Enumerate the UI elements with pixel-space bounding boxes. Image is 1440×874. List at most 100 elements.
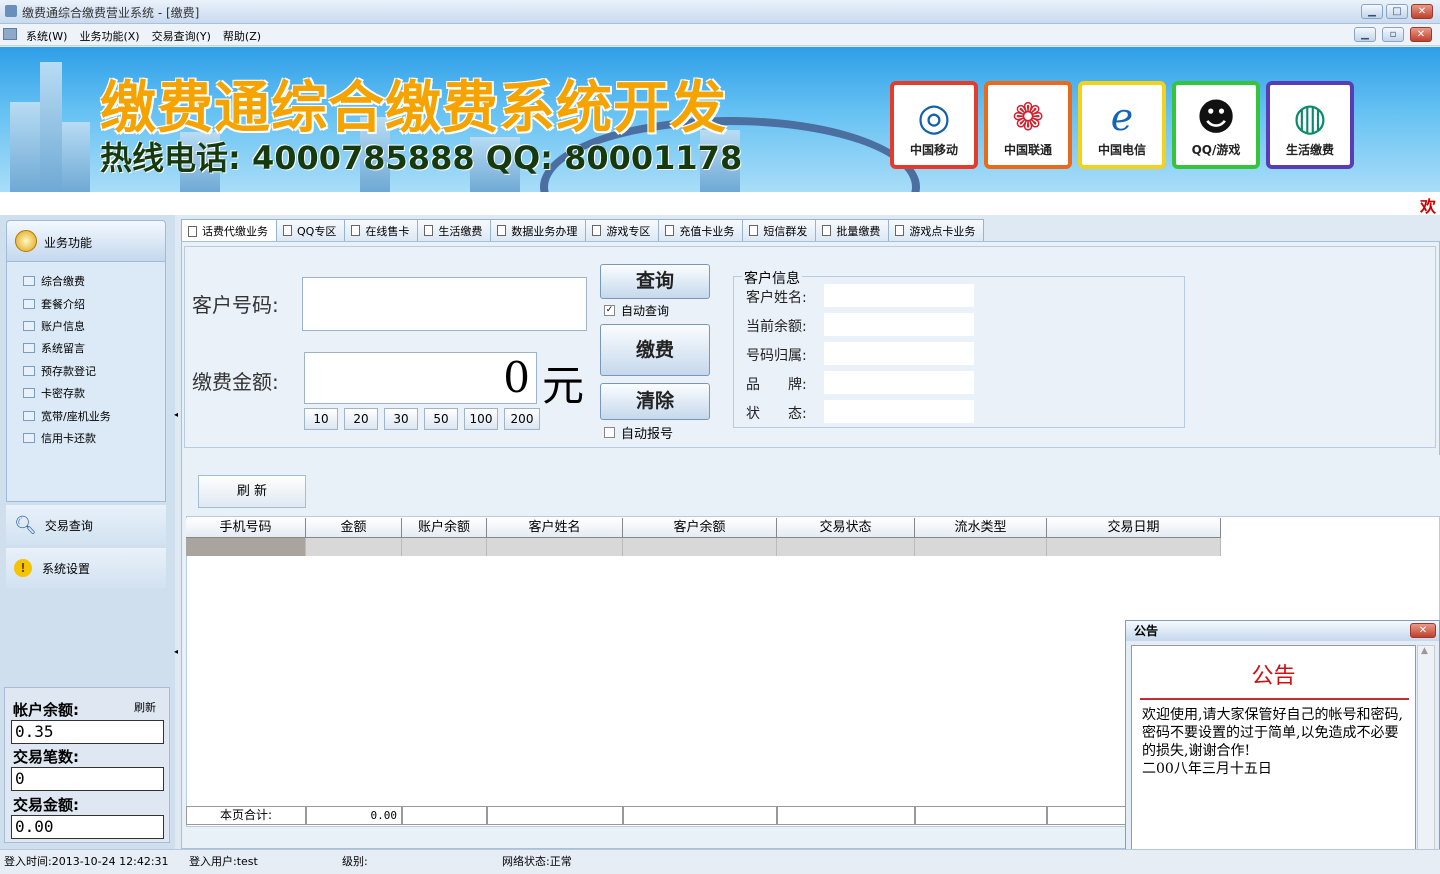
nav-item-card-deposit[interactable]: 卡密存款 — [7, 382, 165, 404]
maximize-button[interactable]: □ — [1386, 4, 1408, 19]
grid-cell[interactable] — [487, 538, 623, 556]
banner: 缴费通综合缴费系统开发 热线电话: 4000785888 QQ: 8000117… — [0, 47, 1440, 192]
china-mobile-icon: ◎ — [917, 95, 951, 139]
nav-item-broadband[interactable]: 宽带/座机业务 — [7, 404, 165, 426]
menu-help[interactable]: 帮助(Z) — [223, 28, 261, 44]
quick-amount-10-button[interactable]: 10 — [304, 408, 338, 430]
column-header-account-balance[interactable]: 账户余额 — [402, 518, 487, 538]
life-payment-logo[interactable]: ◍ 生活缴费 — [1266, 81, 1354, 169]
tab-batch-payment[interactable]: 批量缴费 — [815, 219, 890, 241]
notice-scrollbar[interactable]: ▲ ▼ — [1417, 645, 1435, 860]
scroll-up-icon[interactable]: ▲ — [1421, 646, 1428, 656]
grid-cell[interactable] — [623, 538, 777, 556]
number-location-label: 号码归属: — [746, 348, 807, 364]
list-icon — [23, 276, 35, 287]
close-button[interactable]: ✕ — [1411, 4, 1433, 19]
column-header-amount[interactable]: 金额 — [306, 518, 402, 538]
yuan-unit-label: 元 — [542, 361, 585, 410]
quick-amount-20-button[interactable]: 20 — [344, 408, 378, 430]
menu-system[interactable]: 系统(W) — [26, 28, 67, 44]
grid-cell[interactable] — [402, 538, 487, 556]
grid-cell[interactable] — [915, 538, 1047, 556]
collapse-arrow-icon[interactable]: ◂ — [174, 410, 178, 419]
child-close-button[interactable]: ✕ — [1410, 27, 1432, 42]
tab-recharge-card[interactable]: 充值卡业务 — [658, 219, 744, 241]
list-icon — [23, 320, 35, 331]
menu-query[interactable]: 交易查询(Y) — [152, 28, 211, 44]
business-function-header[interactable]: 业务功能 — [6, 220, 166, 262]
column-header-customer-balance[interactable]: 客户余额 — [623, 518, 777, 538]
document-icon — [188, 225, 197, 237]
transaction-query-group[interactable]: 🔍︎ 交易查询 — [6, 505, 166, 545]
tab-online-card[interactable]: 在线售卡 — [344, 219, 419, 241]
column-header-flow-type[interactable]: 流水类型 — [915, 518, 1047, 538]
quick-amount-200-button[interactable]: 200 — [504, 408, 540, 430]
tab-game-card[interactable]: 游戏点卡业务 — [888, 219, 985, 241]
auto-query-checkbox[interactable]: ✓ — [604, 305, 615, 316]
column-header-phone[interactable]: 手机号码 — [186, 518, 306, 538]
grid-cell[interactable] — [777, 538, 915, 556]
grid-cell[interactable] — [306, 538, 402, 556]
customer-info-title: 客户信息 — [742, 268, 802, 288]
nav-item-message[interactable]: 系统留言 — [7, 337, 165, 359]
quick-amount-30-button[interactable]: 30 — [384, 408, 418, 430]
collapse-arrow-icon[interactable]: ◂ — [174, 647, 178, 656]
tab-life-payment[interactable]: 生活缴费 — [417, 219, 492, 241]
balance-refresh-link[interactable]: 刷新 — [134, 699, 156, 715]
tab-bar: 话费代缴业务 QQ专区 在线售卡 生活缴费 数据业务办理 游戏专区 充值卡业务 … — [181, 219, 985, 242]
column-header-date[interactable]: 交易日期 — [1047, 518, 1221, 538]
tab-phone-bill[interactable]: 话费代缴业务 — [181, 219, 277, 242]
minimize-button[interactable]: ▁ — [1361, 4, 1383, 19]
clear-button[interactable]: 清除 — [600, 383, 710, 420]
tab-sms[interactable]: 短信群发 — [742, 219, 817, 241]
qq-game-logo[interactable]: ☻ QQ/游戏 — [1172, 81, 1260, 169]
nav-item-comprehensive[interactable]: 综合缴费 — [7, 270, 165, 292]
number-location-value — [824, 342, 974, 365]
auto-report-checkbox[interactable] — [604, 427, 615, 438]
query-button[interactable]: 查询 — [600, 264, 710, 299]
notice-window: 公告 ✕ 公告 欢迎使用,请大家保管好自己的帐号和密码,密码不要设置的过于简单,… — [1125, 620, 1440, 865]
document-icon — [351, 225, 361, 236]
column-header-customer-name[interactable]: 客户姓名 — [487, 518, 623, 538]
menu-business[interactable]: 业务功能(X) — [79, 28, 139, 44]
business-function-label: 业务功能 — [44, 236, 93, 250]
footer-cell — [487, 806, 623, 825]
footer-total-value: 0.00 — [306, 806, 402, 825]
nav-item-deposit-register[interactable]: 预存款登记 — [7, 360, 165, 382]
window-title: 缴费通综合缴费营业系统 - [缴费] — [22, 6, 200, 20]
china-telecom-logo[interactable]: ℯ 中国电信 — [1078, 81, 1166, 169]
list-icon — [23, 432, 35, 443]
china-telecom-icon: ℯ — [1110, 95, 1134, 139]
list-icon — [23, 365, 35, 376]
tab-data-service[interactable]: 数据业务办理 — [490, 219, 587, 241]
column-header-status[interactable]: 交易状态 — [777, 518, 915, 538]
quick-amount-50-button[interactable]: 50 — [424, 408, 458, 430]
child-restore-button[interactable]: ▫ — [1382, 27, 1404, 42]
grid-cell[interactable] — [1047, 538, 1221, 556]
nav-item-account-info[interactable]: 账户信息 — [7, 315, 165, 337]
china-mobile-logo[interactable]: ◎ 中国移动 — [890, 81, 978, 169]
customer-number-input[interactable] — [302, 277, 587, 331]
tab-qq[interactable]: QQ专区 — [276, 219, 346, 241]
nav-item-credit-card[interactable]: 信用卡还款 — [7, 427, 165, 449]
quick-amount-100-button[interactable]: 100 — [464, 408, 498, 430]
child-minimize-button[interactable]: ▁ — [1354, 27, 1376, 42]
count-label: 交易笔数: — [13, 748, 79, 766]
payment-amount-input[interactable]: 0 — [304, 352, 537, 404]
document-icon — [749, 225, 759, 236]
china-unicom-logo[interactable]: ❁ 中国联通 — [984, 81, 1072, 169]
footer-cell — [915, 806, 1047, 825]
refresh-button[interactable]: 刷 新 — [198, 475, 306, 508]
document-icon — [665, 225, 675, 236]
pay-button[interactable]: 缴费 — [600, 324, 710, 376]
qq-penguin-icon: ☻ — [1196, 95, 1236, 139]
auto-query-label: 自动查询 — [621, 304, 670, 318]
tab-games[interactable]: 游戏专区 — [585, 219, 660, 241]
balance-label: 帐户余额: — [13, 701, 79, 719]
grid-cell-selected[interactable] — [186, 538, 306, 556]
notice-close-button[interactable]: ✕ — [1410, 623, 1436, 638]
nav-item-package[interactable]: 套餐介绍 — [7, 292, 165, 314]
system-settings-group[interactable]: ! 系统设置 — [6, 548, 166, 588]
document-icon — [592, 225, 602, 236]
document-icon — [497, 225, 507, 236]
